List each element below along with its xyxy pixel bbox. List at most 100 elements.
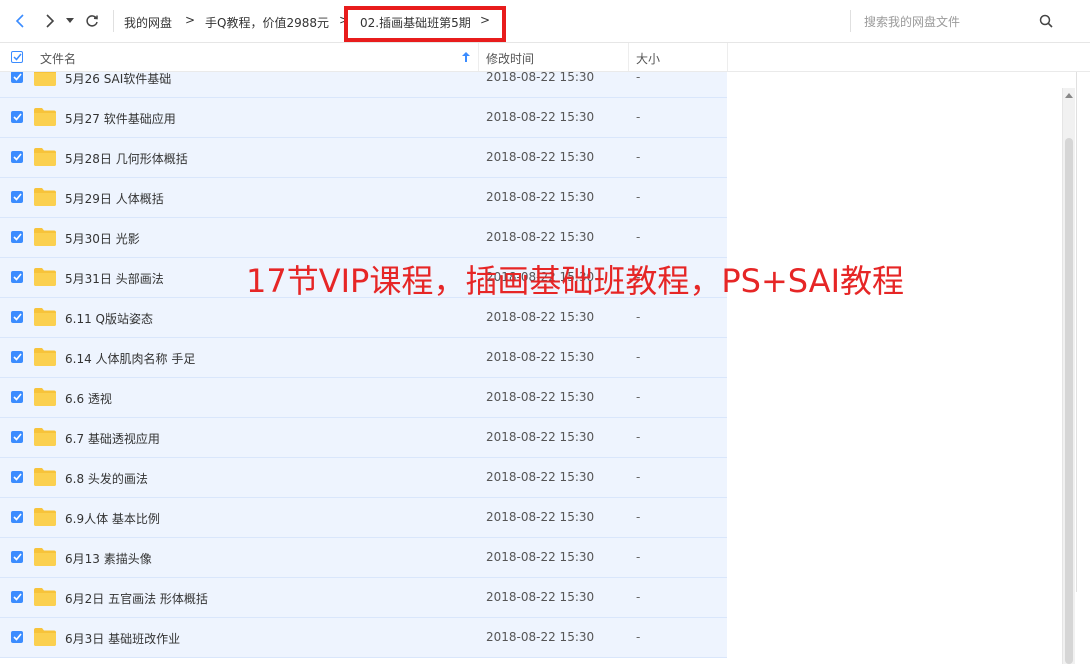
folder-icon (34, 148, 56, 166)
row-checkbox[interactable] (11, 431, 23, 443)
row-checkbox[interactable] (11, 551, 23, 563)
row-checkbox[interactable] (11, 471, 23, 483)
folder-icon (34, 388, 56, 406)
file-name[interactable]: 6月2日 五官画法 形体概括 (65, 590, 208, 607)
column-divider[interactable] (727, 43, 728, 71)
file-name[interactable]: 6.8 头发的画法 (65, 470, 148, 487)
toolbar-divider (113, 10, 114, 32)
file-size: - (636, 350, 641, 364)
file-name[interactable]: 5月31日 头部画法 (65, 270, 164, 287)
table-row[interactable]: 6月13 素描头像 2018-08-22 15:30 - (0, 538, 727, 578)
file-name[interactable]: 5月28日 几何形体概括 (65, 150, 188, 167)
folder-icon (34, 508, 56, 526)
file-list: 5月26 SAI软件基础 2018-08-22 15:30-5月27 软件基础应用… (0, 72, 728, 664)
file-modified: 2018-08-22 15:30 (486, 470, 595, 484)
table-row[interactable]: 6月3日 基础班改作业 2018-08-22 15:30 - (0, 618, 727, 658)
row-checkbox[interactable] (11, 111, 23, 123)
dropdown-icon (66, 18, 74, 23)
folder-icon (34, 428, 56, 446)
file-size: - (636, 110, 641, 124)
table-row[interactable]: 6.14 人体肌肉名称 手足 2018-08-22 15:30 - (0, 338, 727, 378)
file-modified: 2018-08-22 15:30 (486, 430, 595, 444)
file-size: - (636, 72, 641, 84)
scroll-up-icon (1065, 92, 1073, 98)
table-row[interactable]: 5月26 SAI软件基础 2018-08-22 15:30 - (0, 72, 727, 98)
row-checkbox[interactable] (11, 631, 23, 643)
file-name[interactable]: 6.11 Q版站姿态 (65, 310, 153, 327)
row-checkbox[interactable] (11, 191, 23, 203)
check-icon (12, 433, 22, 441)
table-row[interactable]: 6月2日 五官画法 形体概括 2018-08-22 15:30 - (0, 578, 727, 618)
file-name[interactable]: 6.6 透视 (65, 390, 112, 407)
table-row[interactable]: 5月28日 几何形体概括 2018-08-22 15:30 - (0, 138, 727, 178)
column-divider[interactable] (478, 43, 479, 71)
check-icon (12, 393, 22, 401)
check-icon (12, 53, 22, 61)
file-name[interactable]: 6.9人体 基本比例 (65, 510, 160, 527)
scrollbar[interactable] (1062, 88, 1075, 664)
file-size: - (636, 390, 641, 404)
table-row[interactable]: 6.11 Q版站姿态 2018-08-22 15:30 - (0, 298, 727, 338)
search-input[interactable] (862, 10, 1036, 34)
breadcrumb-root[interactable]: 我的网盘 (124, 14, 172, 31)
file-size: - (636, 430, 641, 444)
file-size: - (636, 310, 641, 324)
refresh-icon (86, 15, 98, 27)
row-checkbox[interactable] (11, 271, 23, 283)
file-name[interactable]: 5月30日 光影 (65, 230, 140, 247)
file-size: - (636, 510, 641, 524)
column-size[interactable]: 大小 (636, 50, 660, 67)
row-checkbox[interactable] (11, 351, 23, 363)
row-checkbox[interactable] (11, 311, 23, 323)
table-row[interactable]: 6.6 透视 2018-08-22 15:30 - (0, 378, 727, 418)
file-name[interactable]: 6.14 人体肌肉名称 手足 (65, 350, 195, 367)
check-icon (12, 153, 22, 161)
breadcrumb-separator: > (185, 13, 196, 27)
file-modified: 2018-08-22 15:30 (486, 150, 595, 164)
search-button[interactable] (1036, 11, 1056, 31)
refresh-button[interactable] (82, 11, 102, 31)
row-checkbox[interactable] (11, 511, 23, 523)
file-name[interactable]: 6.7 基础透视应用 (65, 430, 160, 447)
table-row[interactable]: 6.9人体 基本比例 2018-08-22 15:30 - (0, 498, 727, 538)
column-modified[interactable]: 修改时间 (486, 50, 534, 67)
file-name[interactable]: 6月13 素描头像 (65, 550, 152, 567)
row-checkbox[interactable] (11, 72, 23, 83)
select-all-checkbox[interactable] (11, 51, 23, 63)
file-size: - (636, 550, 641, 564)
search-icon (1039, 14, 1053, 28)
check-icon (12, 273, 22, 281)
search-divider (850, 10, 851, 32)
scroll-thumb[interactable] (1065, 138, 1073, 664)
breadcrumb-folder[interactable]: 手Q教程，价值2988元 (205, 14, 329, 31)
column-divider[interactable] (628, 43, 629, 71)
forward-button[interactable] (40, 11, 60, 31)
check-icon (12, 193, 22, 201)
file-name[interactable]: 5月29日 人体概括 (65, 190, 164, 207)
file-name[interactable]: 5月26 SAI软件基础 (65, 72, 171, 87)
check-icon (12, 513, 22, 521)
row-checkbox[interactable] (11, 231, 23, 243)
scroll-up-button[interactable] (1063, 88, 1075, 102)
column-name[interactable]: 文件名 (40, 50, 76, 67)
file-name[interactable]: 6月3日 基础班改作业 (65, 630, 180, 647)
back-button[interactable] (10, 11, 30, 31)
table-row[interactable]: 5月30日 光影 2018-08-22 15:30 - (0, 218, 727, 258)
folder-icon (34, 72, 56, 86)
history-dropdown[interactable] (63, 11, 77, 31)
folder-icon (34, 308, 56, 326)
check-icon (12, 633, 22, 641)
table-row[interactable]: 6.7 基础透视应用 2018-08-22 15:30 - (0, 418, 727, 458)
table-row[interactable]: 5月27 软件基础应用 2018-08-22 15:30 - (0, 98, 727, 138)
file-modified: 2018-08-22 15:30 (486, 390, 595, 404)
folder-icon (34, 268, 56, 286)
row-checkbox[interactable] (11, 391, 23, 403)
folder-icon (34, 348, 56, 366)
row-checkbox[interactable] (11, 591, 23, 603)
file-name[interactable]: 5月27 软件基础应用 (65, 110, 176, 127)
sort-up-icon[interactable] (462, 52, 470, 62)
table-row[interactable]: 6.8 头发的画法 2018-08-22 15:30 - (0, 458, 727, 498)
file-size: - (636, 190, 641, 204)
table-row[interactable]: 5月29日 人体概括 2018-08-22 15:30 - (0, 178, 727, 218)
row-checkbox[interactable] (11, 151, 23, 163)
